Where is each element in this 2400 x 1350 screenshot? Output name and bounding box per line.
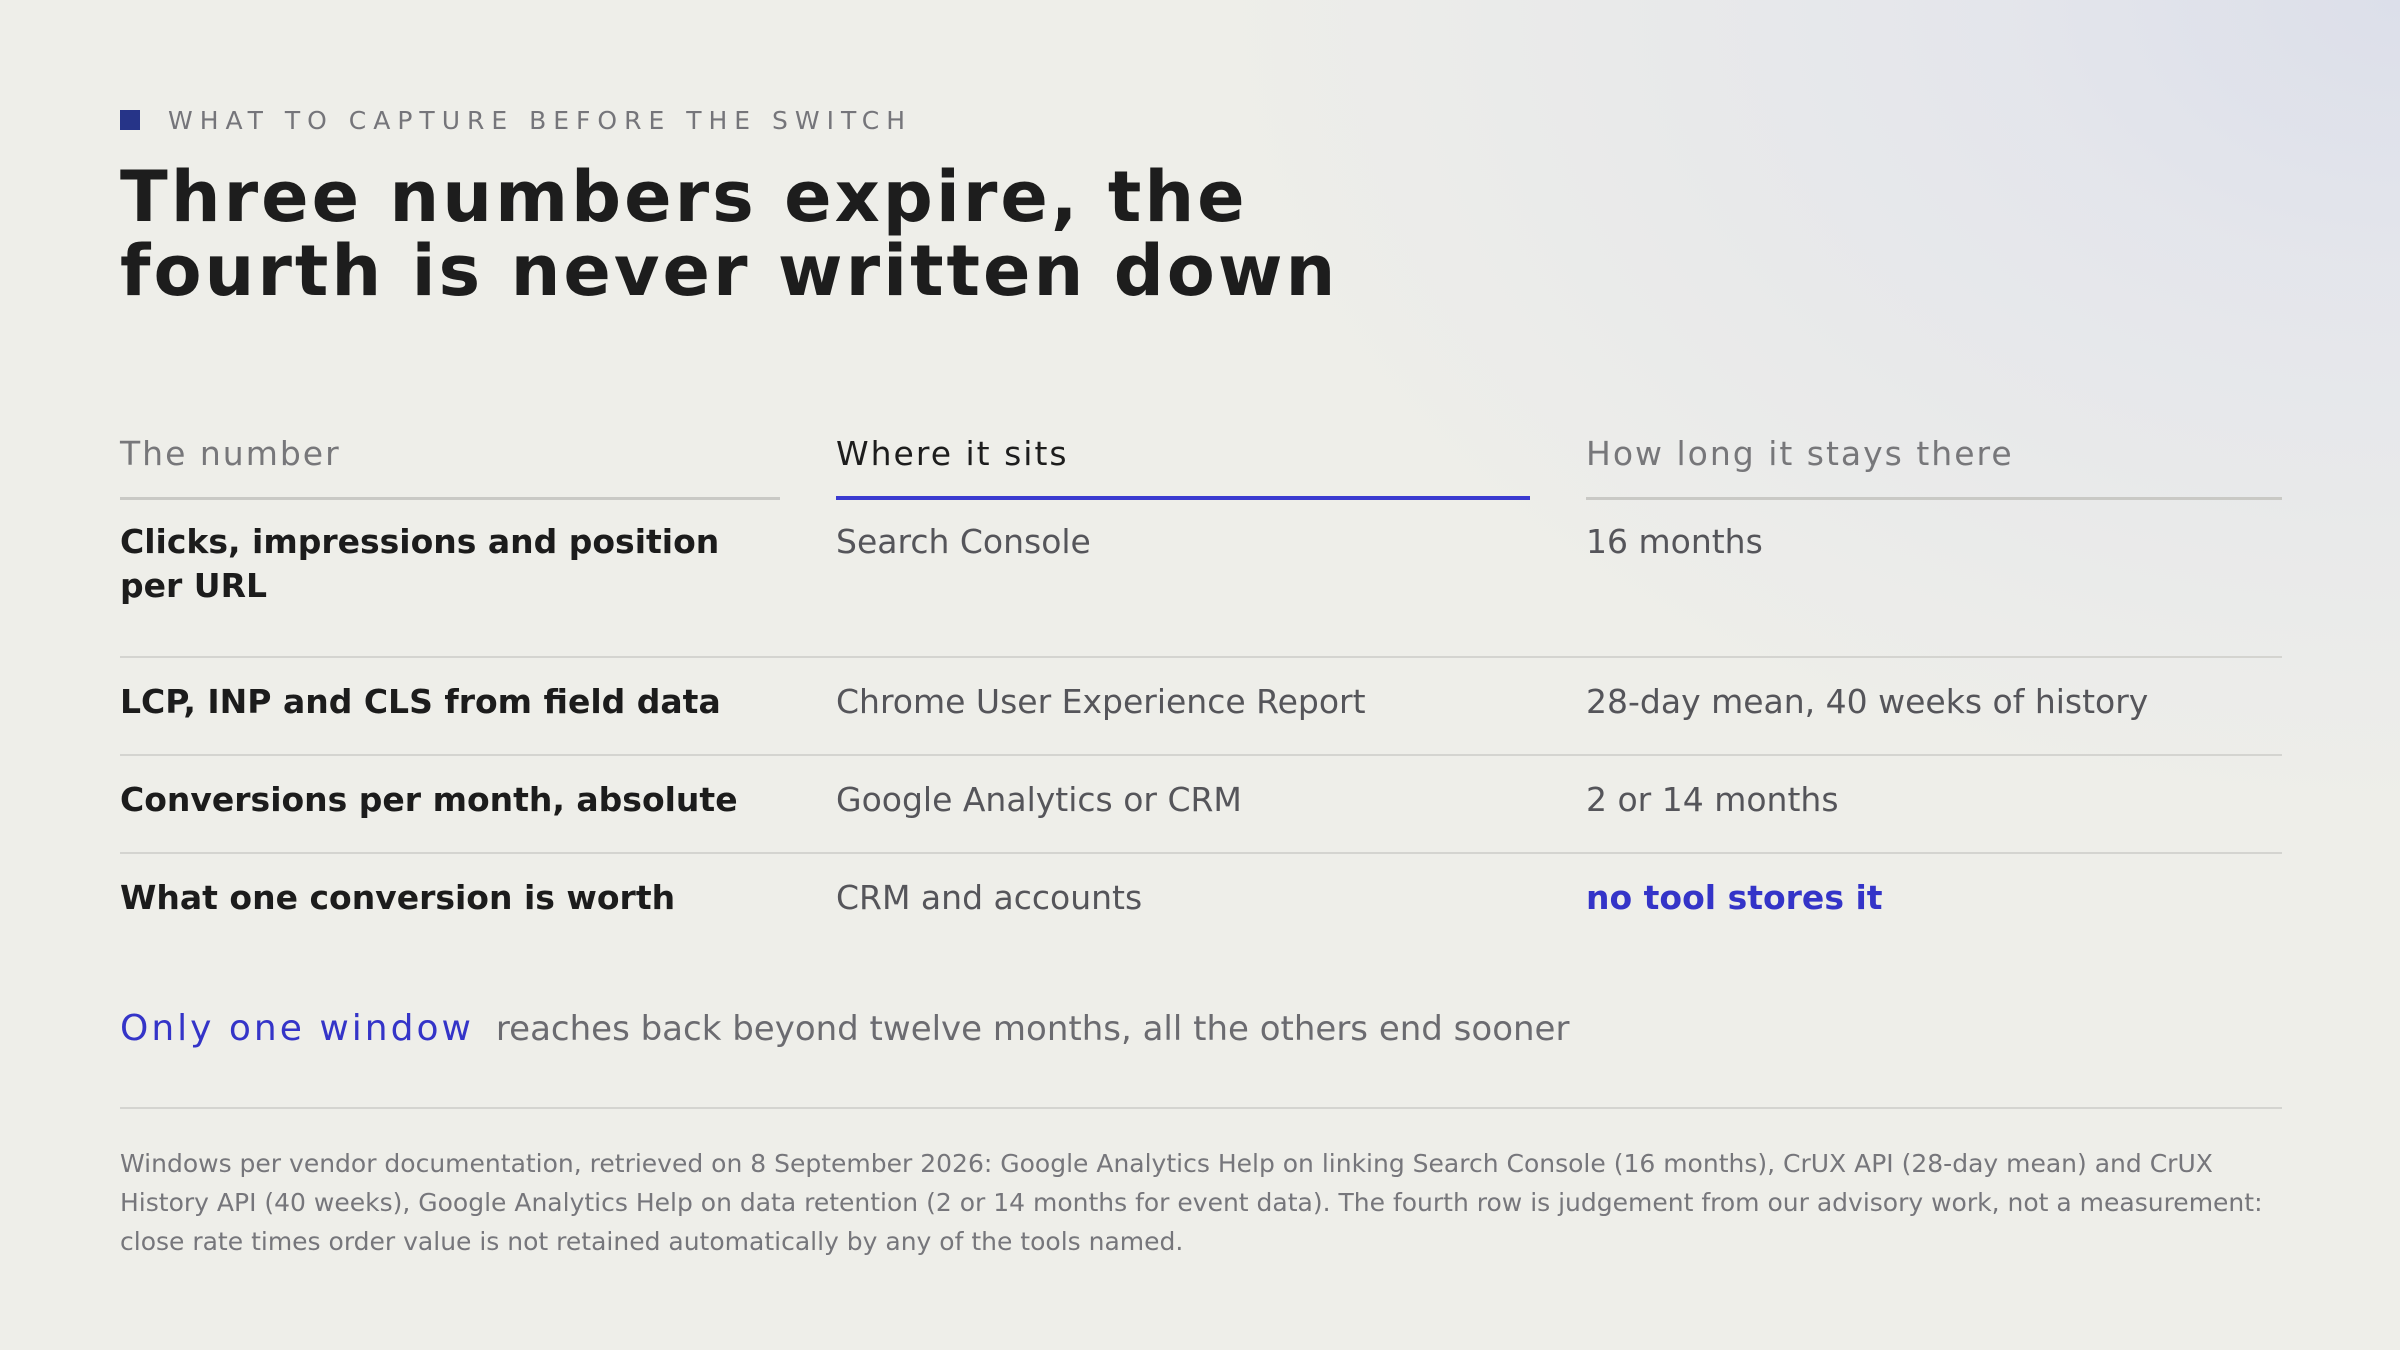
header-the-number: The number — [120, 420, 780, 500]
title-line-2: fourth is never written down — [120, 230, 1339, 312]
row-number-cell: What one conversion is worth — [120, 878, 676, 917]
row-where-cell: CRM and accounts — [836, 878, 1143, 917]
table-header: The number Where it sits How long it sta… — [120, 420, 2282, 500]
row-how-long-cell: 2 or 14 months — [1586, 780, 1839, 819]
table-row: LCP, INP and CLS from field data Chrome … — [120, 658, 2282, 756]
divider — [120, 1107, 2282, 1109]
row-where-cell: Google Analytics or CRM — [836, 780, 1242, 819]
footnote: Windows per vendor documentation, retrie… — [120, 1149, 2263, 1256]
row-number-cell: Conversions per month, absolute — [120, 780, 738, 819]
row-where-cell: Search Console — [836, 522, 1091, 561]
header-how-long: How long it stays there — [1586, 420, 2282, 500]
row-number-cell: LCP, INP and CLS from field data — [120, 682, 721, 721]
row-how-long-highlight: no tool stores it — [1586, 878, 1883, 917]
slide: WHAT TO CAPTURE BEFORE THE SWITCH Three … — [120, 0, 2282, 1350]
header-where-it-sits: Where it sits — [836, 420, 1530, 500]
square-marker-icon — [120, 110, 140, 130]
row-how-long-cell: 16 months — [1586, 522, 1763, 561]
row-number-cell: Clicks, impressions and position per URL — [120, 522, 720, 605]
eyebrow: WHAT TO CAPTURE BEFORE THE SWITCH — [120, 105, 913, 135]
title-line-1: Three numbers expire, the — [120, 156, 1248, 238]
eyebrow-text: WHAT TO CAPTURE BEFORE THE SWITCH — [168, 105, 913, 135]
summary-line: Only one window reaches back beyond twel… — [120, 1008, 1569, 1049]
table-row: What one conversion is worth CRM and acc… — [120, 854, 2282, 952]
page-title: Three numbers expire, the fourth is neve… — [120, 160, 1470, 308]
summary-rest: reaches back beyond twelve months, all t… — [495, 1009, 1570, 1049]
row-where-cell: Chrome User Experience Report — [836, 682, 1366, 721]
retention-table: The number Where it sits How long it sta… — [120, 420, 2282, 952]
summary-lead: Only one window — [120, 1008, 474, 1049]
table-row: Clicks, impressions and position per URL… — [120, 500, 2282, 658]
row-how-long-cell: 28-day mean, 40 weeks of history — [1586, 682, 2149, 721]
table-row: Conversions per month, absolute Google A… — [120, 756, 2282, 854]
